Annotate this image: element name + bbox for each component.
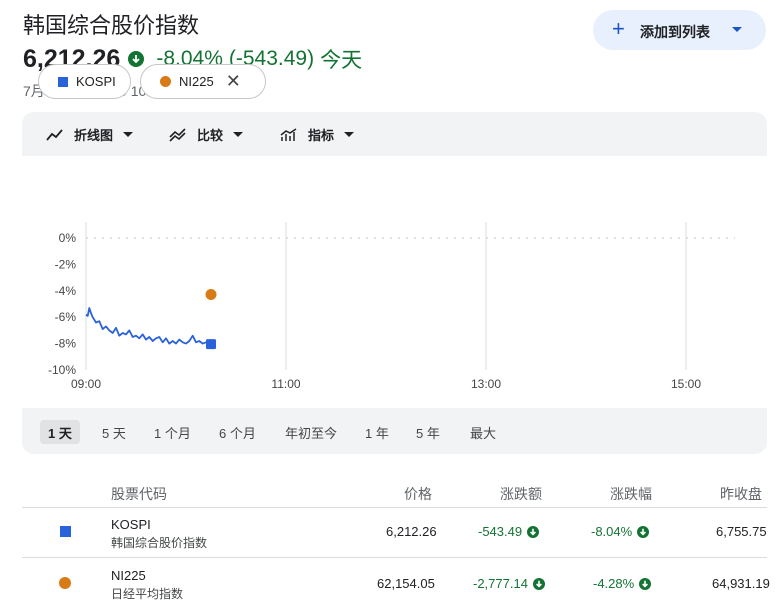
- row-change-pct-value: -8.04%: [591, 524, 633, 539]
- arrow-down-circle-icon: [637, 525, 650, 538]
- chip-ni225-label: NI225: [179, 74, 214, 89]
- compare-label: 比较: [197, 128, 224, 143]
- range-1y[interactable]: 1 年: [357, 420, 397, 444]
- range-ytd[interactable]: 年初至今: [277, 420, 345, 444]
- col-header-symbol: 股票代码: [111, 486, 167, 502]
- row-change: -2,777.14: [473, 576, 545, 591]
- line-chart-dropdown[interactable]: 折线图: [46, 125, 134, 144]
- divider: [22, 507, 767, 508]
- plus-icon: +: [612, 16, 625, 41]
- row-change-value: -543.49: [478, 524, 523, 539]
- close-icon[interactable]: ✕: [226, 71, 241, 92]
- arrow-down-circle-icon: [532, 577, 545, 590]
- row-name: 日经平均指数: [111, 587, 184, 601]
- chart-area: [22, 156, 767, 408]
- chevron-down-icon: [233, 132, 244, 137]
- range-6m[interactable]: 6 个月: [211, 420, 264, 444]
- line-chart-icon: [46, 128, 63, 141]
- add-to-list-button[interactable]: + 添加到列表: [593, 10, 766, 50]
- chip-kospi[interactable]: KOSPI: [38, 64, 131, 99]
- arrow-down-circle-icon: [527, 525, 540, 538]
- col-header-change: 涨跌额: [500, 486, 542, 502]
- row-change-pct-value: -4.28%: [593, 576, 635, 591]
- row-prev-close: 6,755.75: [716, 524, 767, 539]
- range-1d[interactable]: 1 天: [40, 420, 80, 444]
- compare-dropdown[interactable]: 比较: [169, 125, 244, 144]
- row-symbol[interactable]: KOSPI: [111, 517, 151, 532]
- ni225-color-dot: [59, 577, 71, 589]
- row-change-value: -2,777.14: [473, 576, 528, 591]
- row-price: 6,212.26: [386, 524, 437, 539]
- chip-kospi-label: KOSPI: [76, 74, 116, 89]
- range-5d[interactable]: 5 天: [94, 420, 134, 444]
- col-header-price: 价格: [404, 486, 432, 502]
- change-period: 今天: [320, 49, 363, 72]
- row-name: 韩国综合股价指数: [111, 536, 208, 550]
- row-prev-close: 64,931.19: [712, 576, 770, 591]
- range-1m[interactable]: 1 个月: [146, 420, 199, 444]
- indicators-label: 指标: [308, 128, 335, 143]
- arrow-down-circle-icon: [639, 577, 652, 590]
- chart-toolbar: 折线图 比较 指标: [22, 112, 767, 156]
- add-to-list-label: 添加到列表: [640, 24, 710, 40]
- col-header-change-pct: 涨跌幅: [610, 486, 652, 502]
- compare-icon: [169, 127, 186, 142]
- kospi-color-square: [58, 76, 68, 87]
- divider: [22, 557, 767, 558]
- chevron-down-icon: [344, 132, 355, 137]
- page-title: 韩国综合股价指数: [23, 13, 200, 38]
- chevron-down-icon: [123, 132, 134, 137]
- indicators-dropdown[interactable]: 指标: [280, 125, 355, 144]
- arrow-down-circle-icon: [128, 51, 145, 67]
- line-chart-label: 折线图: [74, 128, 114, 143]
- kospi-color-square: [60, 526, 71, 537]
- row-price: 62,154.05: [377, 576, 435, 591]
- range-max[interactable]: 最大: [462, 420, 504, 444]
- row-change-pct: -8.04%: [591, 524, 650, 539]
- indicators-icon: [280, 127, 297, 141]
- ni225-color-dot: [160, 76, 171, 87]
- chart-card: 折线图 比较 指标: [22, 112, 767, 408]
- chip-ni225[interactable]: NI225 ✕: [140, 64, 266, 99]
- range-5y[interactable]: 5 年: [408, 420, 448, 444]
- row-change-pct: -4.28%: [593, 576, 652, 591]
- row-change: -543.49: [478, 524, 540, 539]
- chevron-down-icon: [732, 27, 742, 32]
- col-header-prev-close: 昨收盘: [720, 486, 762, 502]
- time-range-bar: 1 天 5 天 1 个月 6 个月 年初至今 1 年 5 年 最大: [22, 408, 767, 454]
- row-symbol[interactable]: NI225: [111, 568, 146, 583]
